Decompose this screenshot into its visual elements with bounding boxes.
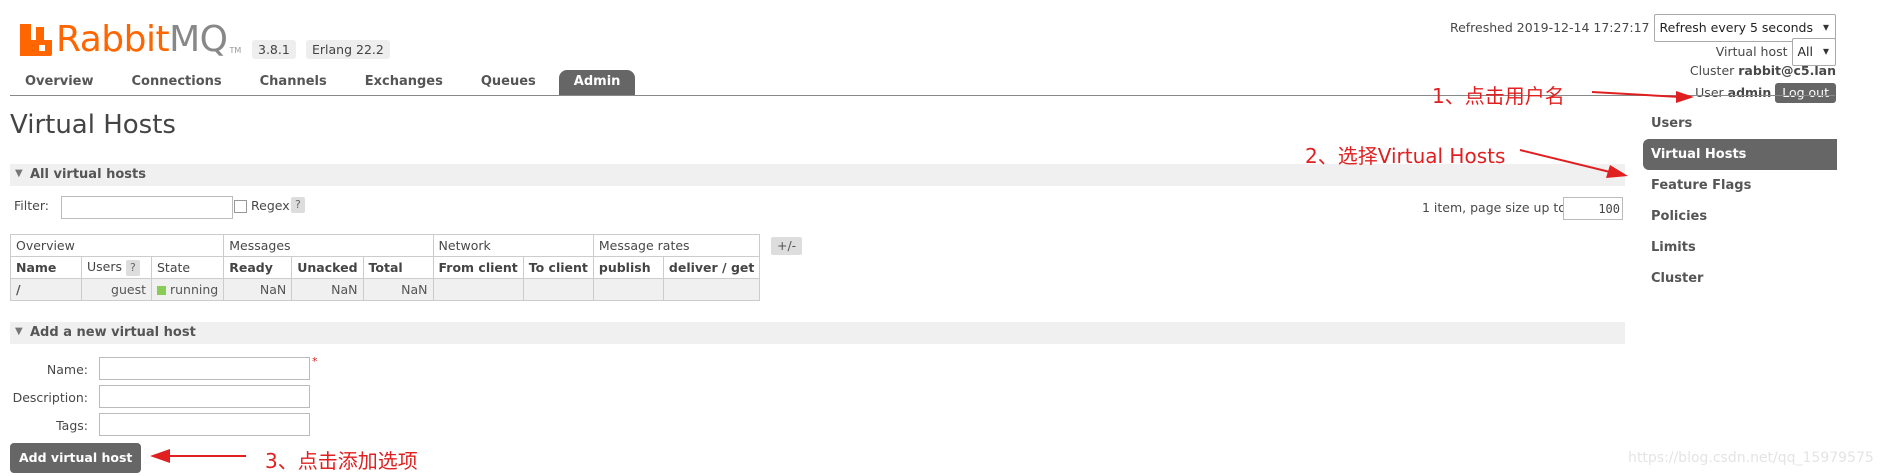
arrow-step1-head-icon	[1676, 91, 1694, 103]
annotation-step3: 3、点击添加选项	[265, 449, 418, 473]
arrow-step2-head-icon	[1606, 165, 1628, 178]
arrow-step1-line	[1591, 91, 1681, 98]
watermark: https://blog.csdn.net/qq_15979575	[1628, 450, 1874, 466]
arrow-step2-line	[1519, 149, 1611, 173]
arrow-step3-head-icon	[150, 449, 170, 463]
annotation-step2: 2、选择Virtual Hosts	[1305, 144, 1506, 168]
annotation-arrows	[150, 91, 1694, 463]
annotation-step1: 1、点击用户名	[1432, 84, 1565, 108]
